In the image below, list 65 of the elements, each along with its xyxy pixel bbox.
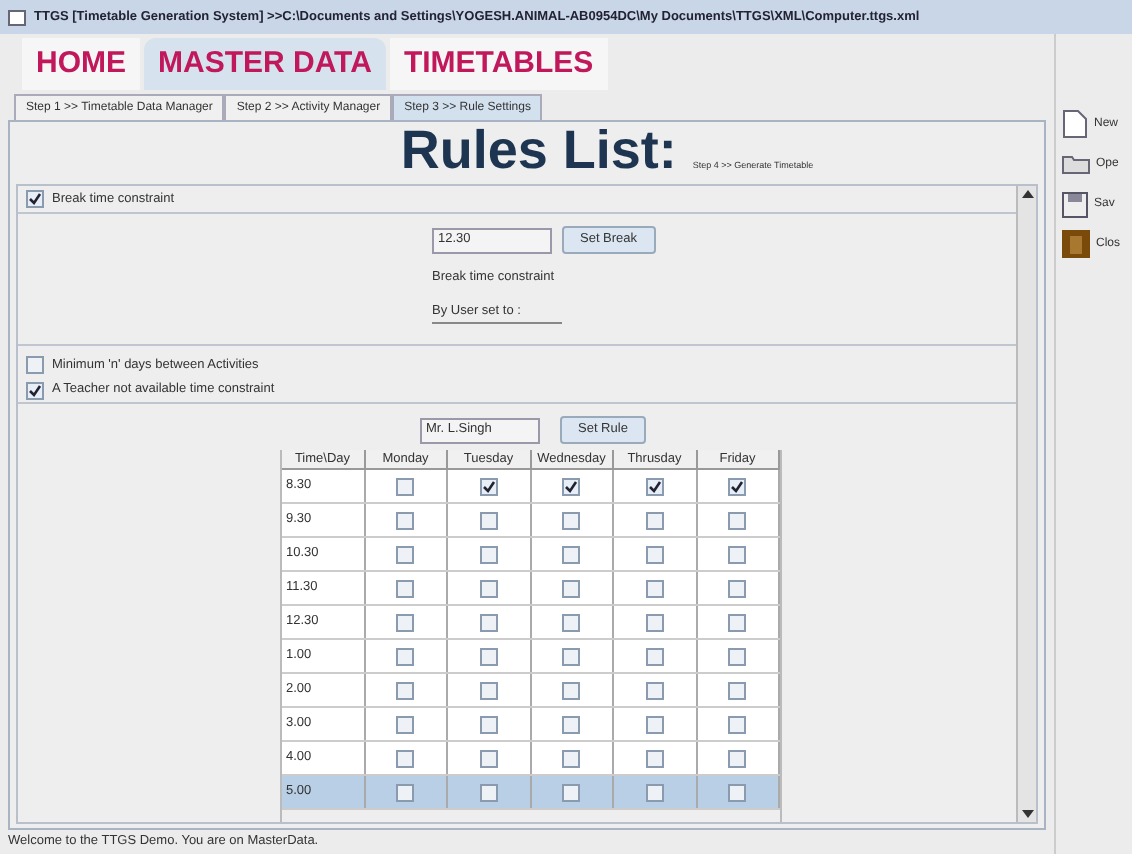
checkbox[interactable] — [562, 545, 581, 563]
menu-tab[interactable]: TIMETABLES — [389, 38, 608, 90]
checkbox[interactable] — [26, 381, 44, 399]
checkbox[interactable] — [645, 545, 664, 563]
checkbox[interactable] — [645, 749, 664, 767]
exit-icon — [1062, 230, 1090, 258]
checkbox[interactable] — [396, 579, 415, 597]
folder-icon — [1062, 154, 1090, 174]
checkbox[interactable] — [479, 681, 498, 699]
scroll-up-icon[interactable] — [1021, 190, 1033, 198]
checkbox[interactable] — [728, 783, 747, 801]
checkbox[interactable] — [26, 356, 44, 374]
floppy-icon — [1062, 191, 1088, 217]
checkbox[interactable] — [396, 545, 415, 563]
menu-tab[interactable]: MASTER DATA — [144, 38, 386, 90]
checkbox[interactable] — [479, 647, 498, 665]
document-icon — [1062, 110, 1088, 138]
checkbox[interactable] — [645, 715, 664, 733]
checkbox[interactable] — [396, 715, 415, 733]
checkbox[interactable] — [562, 647, 581, 665]
checkbox[interactable] — [645, 681, 664, 699]
checkbox[interactable] — [728, 681, 747, 699]
checkbox[interactable] — [479, 545, 498, 563]
checkbox[interactable] — [562, 477, 581, 495]
checkbox[interactable] — [728, 715, 747, 733]
checkbox[interactable] — [396, 511, 415, 529]
scrollbar[interactable] — [1016, 186, 1036, 822]
rules-heading: Rules List: — [400, 124, 677, 178]
checkbox[interactable] — [562, 749, 581, 767]
checkbox[interactable] — [562, 579, 581, 597]
checkbox[interactable] — [645, 477, 664, 495]
checkbox[interactable] — [728, 613, 747, 631]
checkbox[interactable] — [728, 647, 747, 665]
checkbox[interactable] — [26, 190, 44, 208]
checkbox[interactable] — [728, 579, 747, 597]
checkbox[interactable] — [479, 613, 498, 631]
checkbox[interactable] — [645, 647, 664, 665]
checkbox[interactable] — [396, 749, 415, 767]
checkbox[interactable] — [396, 681, 415, 699]
checkbox[interactable] — [479, 749, 498, 767]
checkbox[interactable] — [562, 613, 581, 631]
checkbox[interactable] — [728, 477, 747, 495]
window-icon — [8, 9, 26, 25]
checkbox[interactable] — [396, 783, 415, 801]
checkbox[interactable] — [728, 545, 747, 563]
checkbox[interactable] — [728, 749, 747, 767]
checkbox[interactable] — [479, 579, 498, 597]
checkbox[interactable] — [396, 647, 415, 665]
checkbox[interactable] — [479, 511, 498, 529]
checkbox[interactable] — [645, 511, 664, 529]
checkbox[interactable] — [479, 715, 498, 733]
checkbox[interactable] — [562, 511, 581, 529]
checkbox[interactable] — [396, 613, 415, 631]
checkbox[interactable] — [645, 783, 664, 801]
scroll-down-icon[interactable] — [1021, 810, 1033, 818]
checkbox[interactable] — [479, 477, 498, 495]
checkbox[interactable] — [479, 783, 498, 801]
checkbox[interactable] — [562, 681, 581, 699]
checkbox[interactable] — [562, 783, 581, 801]
checkbox[interactable] — [562, 715, 581, 733]
checkbox[interactable] — [396, 477, 415, 495]
checkbox[interactable] — [645, 613, 664, 631]
checkbox[interactable] — [645, 579, 664, 597]
checkbox[interactable] — [728, 511, 747, 529]
menu-tab[interactable]: HOME — [22, 38, 140, 90]
